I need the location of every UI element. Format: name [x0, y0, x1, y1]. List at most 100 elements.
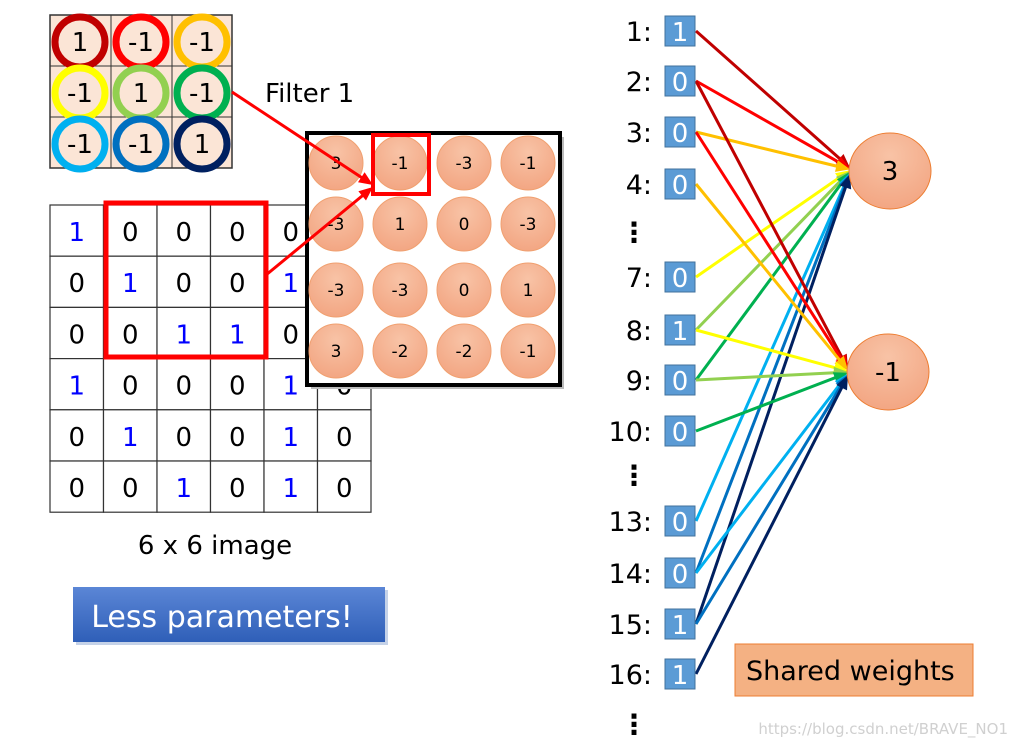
image-pixel: 1: [282, 269, 299, 299]
image-pixel: 1: [175, 320, 192, 350]
input-index-label: 15:: [609, 610, 652, 641]
input-index-label: 10:: [609, 417, 652, 448]
input-value: 0: [672, 418, 689, 448]
input-value: 0: [672, 119, 689, 149]
weight-connection: [695, 375, 839, 433]
image-pixel: 0: [175, 423, 192, 453]
image-pixel: 1: [282, 423, 299, 453]
input-index-label: 2:: [626, 67, 652, 98]
output-value: 3: [882, 157, 899, 187]
ellipsis-dots: ⋮: [620, 708, 648, 741]
image-pixel: 0: [336, 474, 353, 504]
feature-value: -3: [392, 281, 409, 301]
filter-weight: -1: [128, 130, 154, 160]
input-value: 0: [672, 171, 689, 201]
input-value: 0: [672, 560, 689, 590]
image-pixel: 0: [68, 474, 85, 504]
weight-connection: [695, 371, 837, 382]
input-value: 0: [672, 264, 689, 294]
feature-value: -3: [328, 281, 345, 301]
input-list: 1: 1 2: 0 3: 0 4: 0 7: 0 8: 1 9: 0 10: 0 13: 0 14: 0 15: 1 16:…: [609, 15, 696, 741]
feature-value: 1: [395, 215, 406, 235]
image-pixel: 1: [229, 320, 246, 350]
image-pixel: 0: [175, 372, 192, 402]
image-pixel: 0: [229, 423, 246, 453]
feature-value: -3: [520, 215, 537, 235]
image-pixel: 0: [68, 320, 85, 350]
image-pixel: 0: [336, 423, 353, 453]
input-index-label: 3:: [626, 118, 652, 149]
image-pixel: 0: [122, 218, 139, 248]
input-index-label: 1:: [626, 17, 652, 48]
image-pixel: 0: [229, 269, 246, 299]
image-pixel: 1: [282, 474, 299, 504]
filter-grid: 1 -1 -1 -1 1 -1 -1 -1 1: [49, 13, 233, 173]
ellipsis-dots: ⋮: [620, 459, 648, 492]
weight-connection: [695, 29, 843, 162]
diagram-canvas: 1-1-1-11-1-1-11 Filter 1 100001010010001…: [49, 13, 1008, 741]
image-pixel: 0: [175, 218, 192, 248]
feature-value: -2: [392, 342, 409, 362]
filter-weight: 1: [72, 28, 89, 58]
image-pixel: 0: [229, 218, 246, 248]
image-pixel: 1: [122, 423, 139, 453]
connections: [694, 29, 852, 675]
filter-weight: -1: [128, 28, 154, 58]
feature-value: 0: [459, 281, 470, 301]
image-pixel: 0: [68, 269, 85, 299]
image-caption: 6 x 6 image: [138, 531, 292, 561]
input-index-label: 9:: [626, 366, 652, 397]
filter-weight: -1: [189, 79, 215, 109]
image-pixel: 0: [229, 372, 246, 402]
feature-value: -2: [456, 342, 473, 362]
shared-weights-text: Shared weights: [746, 656, 955, 687]
less-parameters-banner: Less parameters!: [73, 587, 388, 645]
input-value: 1: [672, 611, 689, 641]
input-index-label: 13:: [609, 507, 652, 538]
feature-value: 3: [331, 342, 342, 362]
weight-connection: [694, 384, 845, 675]
image-pixel: 0: [68, 423, 85, 453]
less-parameters-text: Less parameters!: [91, 600, 352, 635]
ellipsis-dots: ⋮: [620, 216, 648, 249]
input-value: 1: [672, 18, 689, 48]
image-pixel: 1: [122, 269, 139, 299]
feature-value: -1: [520, 154, 537, 174]
input-value: 0: [672, 508, 689, 538]
filter-weight: 1: [133, 79, 150, 109]
image-pixel: 1: [282, 372, 299, 402]
image-pixel: 0: [122, 320, 139, 350]
input-value: 0: [672, 367, 689, 397]
watermark: https://blog.csdn.net/BRAVE_NO1: [758, 720, 1008, 739]
image-pixel: 0: [122, 474, 139, 504]
input-index-label: 4:: [626, 170, 652, 201]
slide: 1-1-1-11-1-1-11 Filter 1 100001010010001…: [0, 0, 1011, 745]
feature-value: -1: [392, 154, 409, 174]
image-pixel: 1: [68, 218, 85, 248]
filter-label: Filter 1: [265, 79, 354, 109]
filter-weight: -1: [189, 28, 215, 58]
output-nodes: 3 -1: [846, 132, 932, 411]
weight-connection: [694, 383, 844, 625]
input-index-label: 8:: [626, 316, 652, 347]
filter-weight: -1: [67, 130, 93, 160]
image-pixel: 0: [229, 474, 246, 504]
filter-weight: 1: [194, 130, 211, 160]
input-index-label: 14:: [609, 559, 652, 590]
image-pixel: 0: [282, 320, 299, 350]
input-index-label: 16:: [609, 660, 652, 691]
weight-connection: [694, 131, 844, 361]
feature-value: -3: [456, 154, 473, 174]
image-pixel: 0: [175, 269, 192, 299]
shared-weights-box: Shared weights: [734, 643, 974, 697]
input-value: 0: [672, 68, 689, 98]
filter-weight: -1: [67, 79, 93, 109]
image-pixel: 1: [175, 474, 192, 504]
feature-value: 0: [459, 215, 470, 235]
input-value: 1: [672, 661, 689, 691]
input-value: 1: [672, 317, 689, 347]
input-index-label: 7:: [626, 263, 652, 294]
feature-value: 1: [523, 281, 534, 301]
image-pixel: 0: [122, 372, 139, 402]
image-pixel: 1: [68, 372, 85, 402]
